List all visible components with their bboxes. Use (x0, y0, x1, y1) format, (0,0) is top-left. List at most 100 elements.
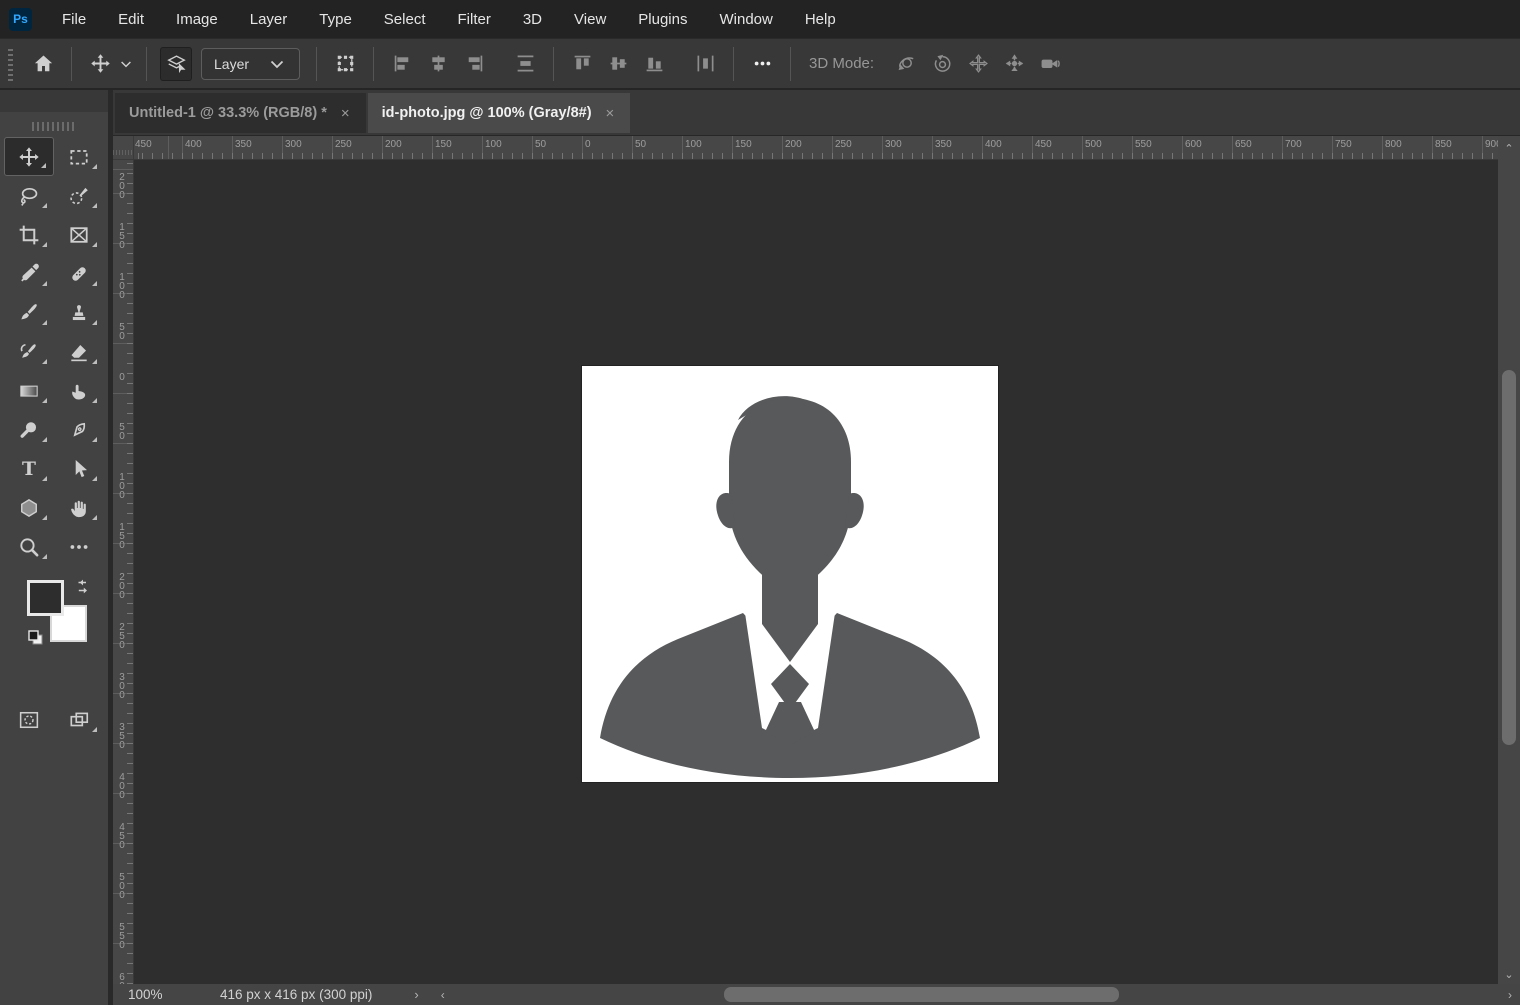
home-icon[interactable] (28, 48, 58, 80)
horizontal-scrollbar-thumb[interactable] (724, 987, 1119, 1002)
lasso-tool[interactable] (4, 176, 54, 215)
auto-select-dropdown[interactable]: Layer (201, 48, 300, 80)
ruler-label: 350 (117, 723, 127, 750)
hand-tool[interactable] (54, 488, 104, 527)
brush-tool[interactable] (4, 293, 54, 332)
orbit-3d-icon[interactable] (891, 48, 921, 80)
eraser-tool[interactable] (54, 332, 104, 371)
menu-select[interactable]: Select (368, 0, 442, 38)
scroll-down-icon[interactable]: ⌄ (1498, 964, 1520, 984)
tool-flyout-icon (92, 164, 97, 169)
close-icon[interactable]: × (606, 105, 615, 122)
document-tab-2[interactable]: id-photo.jpg @ 100% (Gray/8#)× (368, 93, 631, 133)
ruler-label: 500 (1085, 139, 1102, 150)
quick-mask-button[interactable] (4, 700, 54, 739)
align-middle-icon[interactable] (603, 48, 633, 80)
distribute-h-icon[interactable] (690, 48, 720, 80)
chevron-down-icon[interactable] (118, 48, 134, 80)
move-tool-preset-icon[interactable] (85, 48, 115, 80)
ruler-label: 600 (117, 973, 127, 984)
status-chevron-icon[interactable]: › (414, 987, 418, 1002)
ruler-label: 350 (935, 139, 952, 150)
menu-plugins[interactable]: Plugins (622, 0, 703, 38)
menu-3d[interactable]: 3D (507, 0, 558, 38)
frame-tool[interactable] (54, 215, 104, 254)
scroll-right-icon[interactable]: › (1500, 984, 1520, 1005)
eyedropper-tool[interactable] (4, 254, 54, 293)
close-icon[interactable]: × (341, 105, 350, 122)
menu-type[interactable]: Type (303, 0, 368, 38)
quick-selection-tool[interactable] (54, 176, 104, 215)
type-tool[interactable]: T (4, 449, 54, 488)
zoom-tool[interactable] (4, 527, 54, 566)
tool-flyout-icon (42, 242, 47, 247)
crop-tool[interactable] (4, 215, 54, 254)
shape-tool[interactable] (4, 488, 54, 527)
gradient-tool[interactable] (4, 371, 54, 410)
menu-layer[interactable]: Layer (234, 0, 304, 38)
scroll-left-icon[interactable]: ‹ (433, 984, 453, 1005)
document-tab-1[interactable]: Untitled-1 @ 33.3% (RGB/8) *× (115, 93, 366, 133)
dodge-tool[interactable] (4, 410, 54, 449)
vertical-scrollbar[interactable]: ⌃ ⌄ (1498, 136, 1520, 984)
more-options-icon[interactable] (747, 48, 777, 80)
distribute-v-icon[interactable] (510, 48, 540, 80)
menu-file[interactable]: File (46, 0, 102, 38)
spot-healing-brush-tool[interactable] (54, 254, 104, 293)
ruler-label: 800 (1385, 139, 1402, 150)
path-selection-tool[interactable] (54, 449, 104, 488)
smudge-tool[interactable] (54, 371, 104, 410)
align-right-icon[interactable] (459, 48, 489, 80)
clone-stamp-tool[interactable] (54, 293, 104, 332)
options-drag-handle-icon[interactable] (8, 47, 13, 81)
panel-drag-handle-icon[interactable] (32, 122, 76, 131)
menu-view[interactable]: View (558, 0, 622, 38)
tool-flyout-icon (42, 515, 47, 520)
tool-flyout-icon (42, 437, 47, 442)
align-bottom-icon[interactable] (639, 48, 669, 80)
history-brush-tool[interactable] (4, 332, 54, 371)
more-tools-tool[interactable] (54, 527, 104, 566)
foreground-color-swatch[interactable] (27, 580, 64, 616)
menu-image[interactable]: Image (160, 0, 234, 38)
tool-flyout-icon (41, 163, 46, 168)
ruler-corner (113, 136, 134, 160)
canvas-image[interactable] (582, 366, 998, 782)
ruler-label: 50 (117, 323, 127, 341)
align-top-icon[interactable] (567, 48, 597, 80)
ruler-label: 300 (117, 673, 127, 700)
ruler-label: 100 (117, 473, 127, 500)
ruler-label: 300 (885, 139, 902, 150)
screen-mode-button[interactable] (54, 700, 104, 739)
roll-3d-icon[interactable] (927, 48, 957, 80)
tool-grid: T (0, 137, 108, 566)
ruler-label: 50 (635, 139, 646, 150)
status-bar: 100% 416 px x 416 px (300 ppi) › ‹ › (113, 984, 1520, 1005)
menu-help[interactable]: Help (789, 0, 852, 38)
canvas-pasteboard[interactable] (134, 160, 1498, 984)
vertical-scrollbar-thumb[interactable] (1502, 370, 1516, 745)
scroll-up-icon[interactable]: ⌃ (1498, 138, 1520, 158)
zoom-level-field[interactable]: 100% (128, 987, 188, 1002)
ruler-label: 450 (1035, 139, 1052, 150)
camera-3d-icon[interactable] (1035, 48, 1065, 80)
pan-3d-icon[interactable] (963, 48, 993, 80)
tool-flyout-icon (42, 398, 47, 403)
menu-window[interactable]: Window (703, 0, 788, 38)
pen-tool[interactable] (54, 410, 104, 449)
auto-select-layers-icon[interactable] (160, 47, 192, 81)
ruler-label: 200 (385, 139, 402, 150)
options-bar: Layer 3D Mode: (0, 38, 1520, 90)
horizontal-scrollbar[interactable]: ‹ › (429, 984, 1520, 1005)
menu-filter[interactable]: Filter (442, 0, 507, 38)
align-left-icon[interactable] (387, 48, 417, 80)
menu-edit[interactable]: Edit (102, 0, 160, 38)
ruler-label: 200 (785, 139, 802, 150)
rectangular-marquee-tool[interactable] (54, 137, 104, 176)
default-colors-icon[interactable] (26, 628, 46, 653)
transform-controls-icon[interactable] (330, 48, 360, 80)
slide-3d-icon[interactable] (999, 48, 1029, 80)
align-center-h-icon[interactable] (423, 48, 453, 80)
move-tool[interactable] (4, 137, 54, 176)
swap-colors-icon[interactable] (74, 577, 94, 602)
